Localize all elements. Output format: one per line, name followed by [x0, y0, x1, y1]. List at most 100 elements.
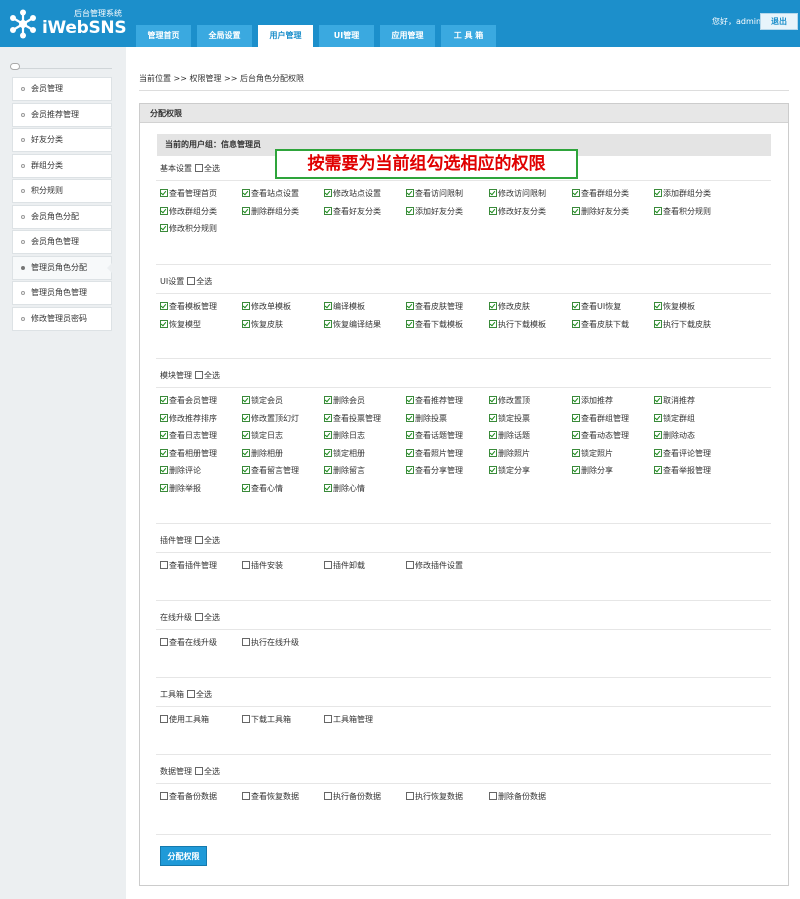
permission-checkbox[interactable]: 添加好友分类 — [406, 206, 463, 218]
checkbox-icon[interactable] — [572, 431, 580, 440]
checkbox-icon[interactable] — [572, 466, 580, 475]
checkbox-icon[interactable] — [160, 206, 168, 215]
sidebar-item[interactable]: 好友分类 — [12, 128, 112, 152]
permission-checkbox[interactable]: 删除群组分类 — [242, 206, 299, 218]
checkbox-icon[interactable] — [489, 448, 497, 457]
checkbox-icon[interactable] — [324, 413, 332, 422]
permission-checkbox[interactable]: 查看留言管理 — [242, 465, 299, 477]
checkbox-icon[interactable] — [160, 319, 168, 328]
permission-checkbox[interactable]: 添加群组分类 — [654, 188, 711, 200]
permission-checkbox[interactable]: 查看好友分类 — [324, 206, 381, 218]
checkbox-icon[interactable] — [160, 638, 168, 646]
permission-checkbox[interactable]: 修改站点设置 — [324, 188, 381, 200]
permission-checkbox[interactable]: 执行备份数据 — [324, 791, 381, 803]
permission-checkbox[interactable]: 修改访问限制 — [489, 188, 546, 200]
checkbox-icon[interactable] — [187, 277, 196, 285]
sidebar-item[interactable]: 群组分类 — [12, 153, 112, 178]
permission-checkbox[interactable]: 修改群组分类 — [160, 206, 217, 218]
checkbox-icon[interactable] — [160, 484, 168, 492]
checkbox-icon[interactable] — [406, 561, 414, 569]
permission-checkbox[interactable]: 查看皮肤管理 — [406, 301, 463, 313]
sidebar-item[interactable]: 会员角色管理 — [12, 230, 112, 254]
nav-tab[interactable]: 应用管理 — [380, 25, 435, 47]
checkbox-icon[interactable] — [572, 189, 580, 197]
permission-checkbox[interactable]: 修改插件设置 — [406, 560, 463, 572]
checkbox-icon[interactable] — [160, 396, 168, 404]
permission-checkbox[interactable]: 锁定群组 — [654, 413, 695, 425]
permission-checkbox[interactable]: 修改皮肤 — [489, 301, 530, 313]
permission-checkbox[interactable]: 查看会员管理 — [160, 395, 217, 407]
permission-checkbox[interactable]: 执行下载模板 — [489, 319, 546, 331]
select-all-checkbox[interactable]: 全选 — [195, 164, 220, 173]
checkbox-icon[interactable] — [195, 613, 203, 621]
permission-checkbox[interactable]: 删除留言 — [324, 465, 365, 477]
permission-checkbox[interactable]: 删除话题 — [489, 430, 530, 442]
checkbox-icon[interactable] — [324, 715, 332, 723]
checkbox-icon[interactable] — [572, 319, 580, 328]
permission-checkbox[interactable]: 查看举报管理 — [654, 465, 711, 477]
checkbox-icon[interactable] — [160, 792, 168, 800]
checkbox-icon[interactable] — [324, 448, 332, 457]
permission-checkbox[interactable]: 工具箱管理 — [324, 714, 373, 726]
sidebar-item[interactable]: 积分规则 — [12, 179, 112, 203]
checkbox-icon[interactable] — [406, 206, 414, 215]
checkbox-icon[interactable] — [242, 448, 250, 457]
permission-checkbox[interactable]: 修改推荐排序 — [160, 413, 217, 425]
checkbox-icon[interactable] — [324, 206, 332, 215]
checkbox-icon[interactable] — [324, 431, 332, 440]
checkbox-icon[interactable] — [195, 164, 203, 172]
checkbox-icon[interactable] — [242, 466, 250, 475]
checkbox-icon[interactable] — [654, 413, 662, 422]
checkbox-icon[interactable] — [572, 448, 580, 457]
select-all-checkbox[interactable]: 全选 — [195, 767, 220, 776]
checkbox-icon[interactable] — [160, 466, 168, 475]
nav-tab[interactable]: 全局设置 — [197, 25, 252, 47]
checkbox-icon[interactable] — [242, 302, 250, 310]
checkbox-icon[interactable] — [654, 319, 662, 328]
select-all-checkbox[interactable]: 全选 — [195, 536, 220, 545]
checkbox-icon[interactable] — [242, 561, 250, 569]
permission-checkbox[interactable]: 查看推荐管理 — [406, 395, 463, 407]
checkbox-icon[interactable] — [489, 302, 497, 310]
permission-checkbox[interactable]: 查看访问限制 — [406, 188, 463, 200]
checkbox-icon[interactable] — [160, 431, 168, 440]
checkbox-icon[interactable] — [160, 561, 168, 569]
checkbox-icon[interactable] — [242, 431, 250, 440]
checkbox-icon[interactable] — [195, 536, 203, 544]
permission-checkbox[interactable]: 删除日志 — [324, 430, 365, 442]
checkbox-icon[interactable] — [242, 206, 250, 215]
checkbox-icon[interactable] — [489, 413, 497, 422]
checkbox-icon[interactable] — [242, 715, 250, 723]
permission-checkbox[interactable]: 查看照片管理 — [406, 448, 463, 460]
checkbox-icon[interactable] — [406, 792, 414, 800]
checkbox-icon[interactable] — [160, 189, 168, 197]
sidebar-item[interactable]: 修改管理员密码 — [12, 306, 112, 331]
checkbox-icon[interactable] — [160, 413, 168, 422]
permission-checkbox[interactable]: 添加推荐 — [572, 395, 613, 407]
checkbox-icon[interactable] — [406, 448, 414, 457]
select-all-checkbox[interactable]: 全选 — [187, 277, 212, 286]
checkbox-icon[interactable] — [489, 466, 497, 475]
nav-tab[interactable]: 工 具 箱 — [441, 25, 496, 47]
checkbox-icon[interactable] — [324, 561, 332, 569]
permission-checkbox[interactable]: 查看积分规则 — [654, 206, 711, 218]
nav-tab[interactable]: UI管理 — [319, 25, 374, 47]
checkbox-icon[interactable] — [654, 448, 662, 457]
permission-checkbox[interactable]: 查看管理首页 — [160, 188, 217, 200]
permission-checkbox[interactable]: 删除评论 — [160, 465, 201, 477]
permission-checkbox[interactable]: 锁定日志 — [242, 430, 283, 442]
checkbox-icon[interactable] — [160, 224, 168, 233]
permission-checkbox[interactable]: 恢复模型 — [160, 319, 201, 331]
checkbox-icon[interactable] — [242, 792, 250, 800]
permission-checkbox[interactable]: 恢复模板 — [654, 301, 695, 313]
checkbox-icon[interactable] — [324, 319, 332, 328]
permission-checkbox[interactable]: 删除备份数据 — [489, 791, 546, 803]
collapse-handle-icon[interactable] — [10, 63, 20, 70]
checkbox-icon[interactable] — [324, 396, 332, 404]
checkbox-icon[interactable] — [406, 396, 414, 404]
checkbox-icon[interactable] — [489, 396, 497, 404]
checkbox-icon[interactable] — [242, 189, 250, 197]
permission-checkbox[interactable]: 修改积分规则 — [160, 223, 217, 235]
checkbox-icon[interactable] — [324, 792, 332, 800]
permission-checkbox[interactable]: 查看模板管理 — [160, 301, 217, 313]
